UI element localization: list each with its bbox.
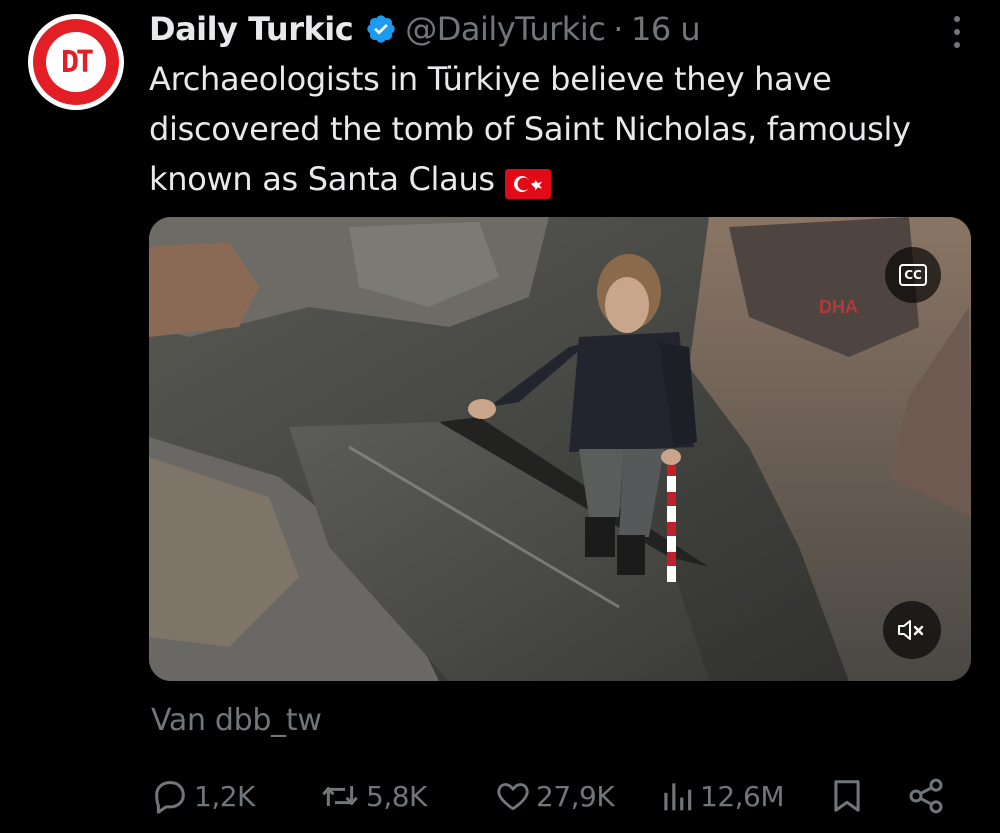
tweet[interactable]: DT Daily Turkic @DailyTurkic · 16 u Arch… xyxy=(0,0,1000,833)
heart-icon xyxy=(497,783,529,811)
author-display-name[interactable]: Daily Turkic xyxy=(149,10,354,48)
avatar[interactable]: DT xyxy=(28,14,124,110)
cc-icon: CC xyxy=(899,264,927,286)
bookmark-icon xyxy=(834,780,860,812)
analytics-icon xyxy=(664,783,692,811)
author-handle[interactable]: @DailyTurkic xyxy=(405,10,606,48)
like-button[interactable]: 27,9K xyxy=(494,773,615,819)
verified-badge-icon[interactable] xyxy=(365,13,397,45)
avatar-ring: DT xyxy=(33,19,119,105)
video-frame: DHA xyxy=(149,217,971,681)
views-button[interactable]: 12,6M xyxy=(658,773,785,819)
share-button[interactable] xyxy=(906,773,946,819)
share-icon xyxy=(909,778,943,814)
tweet-video[interactable]: DHA CC xyxy=(149,217,971,681)
repost-count: 5,8K xyxy=(366,779,427,813)
media-attribution[interactable]: Van dbb_tw xyxy=(151,703,322,738)
bookmark-button[interactable] xyxy=(828,773,866,819)
volume-muted-icon xyxy=(898,620,924,640)
turkey-flag-icon xyxy=(504,163,551,199)
video-watermark: DHA xyxy=(819,297,858,317)
separator-dot: · xyxy=(613,10,623,48)
like-count: 27,9K xyxy=(536,779,615,813)
mute-button[interactable] xyxy=(883,601,941,659)
repost-button[interactable]: 5,8K xyxy=(318,773,427,819)
tweet-header: Daily Turkic @DailyTurkic · 16 u xyxy=(149,6,701,52)
tweet-text-container: Archaeologists in Türkiye believe they h… xyxy=(149,54,979,204)
timestamp[interactable]: 16 u xyxy=(631,10,701,48)
avatar-logo-text: DT xyxy=(46,32,106,92)
more-options-icon[interactable] xyxy=(950,16,964,48)
reply-button[interactable]: 1,2K xyxy=(150,773,255,819)
reply-icon xyxy=(155,781,185,814)
repost-icon xyxy=(322,786,358,806)
view-count: 12,6M xyxy=(700,779,785,813)
reply-count: 1,2K xyxy=(194,779,255,813)
action-bar: 1,2K 5,8K 27,9K 12,6M xyxy=(150,773,950,819)
closed-captions-button[interactable]: CC xyxy=(885,247,941,303)
